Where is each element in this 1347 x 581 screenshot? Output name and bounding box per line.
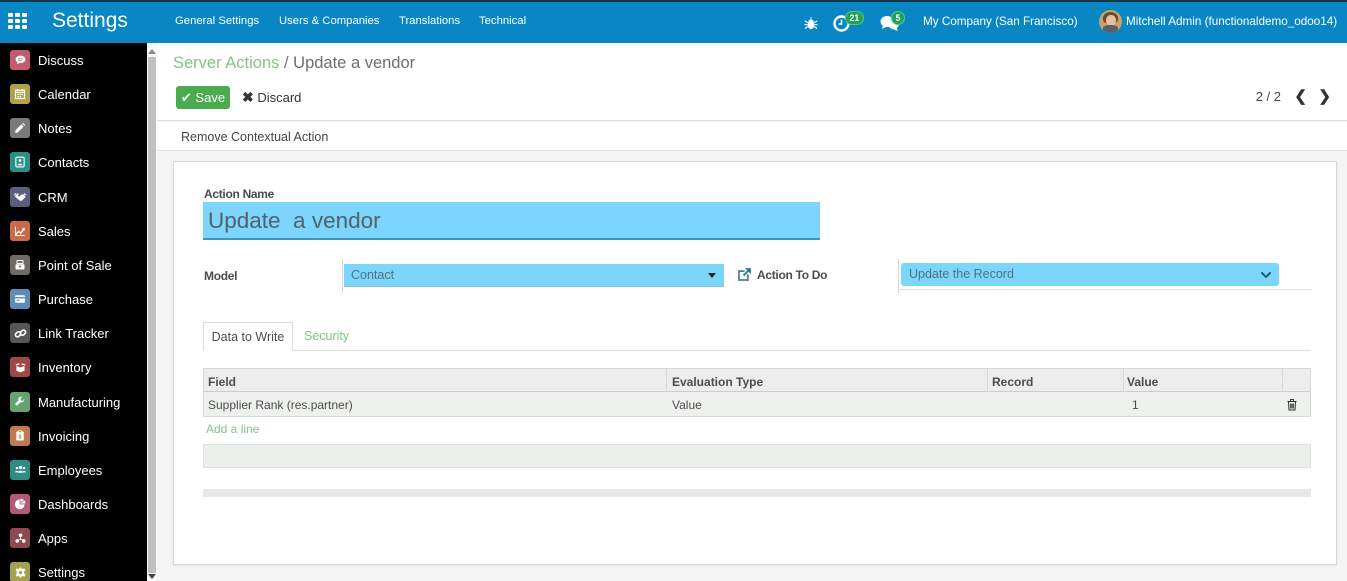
svg-text:$: $: [19, 434, 22, 440]
